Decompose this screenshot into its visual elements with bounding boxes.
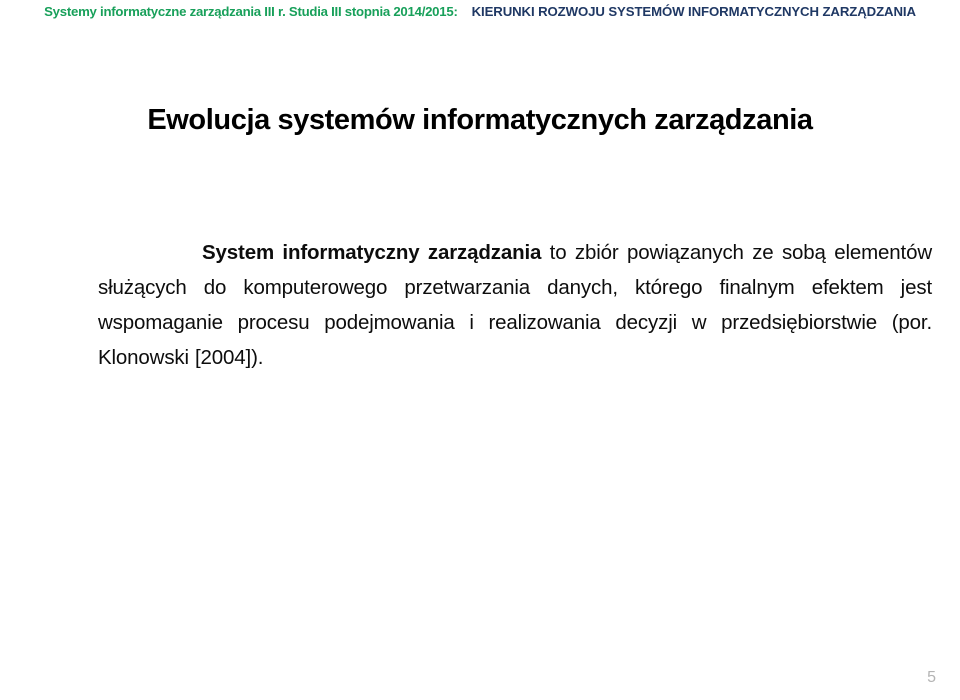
slide-canvas: Systemy informatyczne zarządzania III r.… (0, 0, 960, 700)
header-topic-label: KIERUNKI ROZWOJU SYSTEMÓW INFORMATYCZNYC… (471, 4, 916, 19)
body-lead-term: System informatyczny zarządzania (202, 240, 542, 264)
page-number: 5 (927, 669, 936, 686)
header-course-label: Systemy informatyczne zarządzania III r.… (44, 4, 458, 19)
body-paragraph: System informatyczny zarządzania to zbió… (98, 235, 932, 375)
slide-running-header: Systemy informatyczne zarządzania III r.… (0, 0, 960, 24)
page-title: Ewolucja systemów informatycznych zarząd… (147, 104, 813, 137)
